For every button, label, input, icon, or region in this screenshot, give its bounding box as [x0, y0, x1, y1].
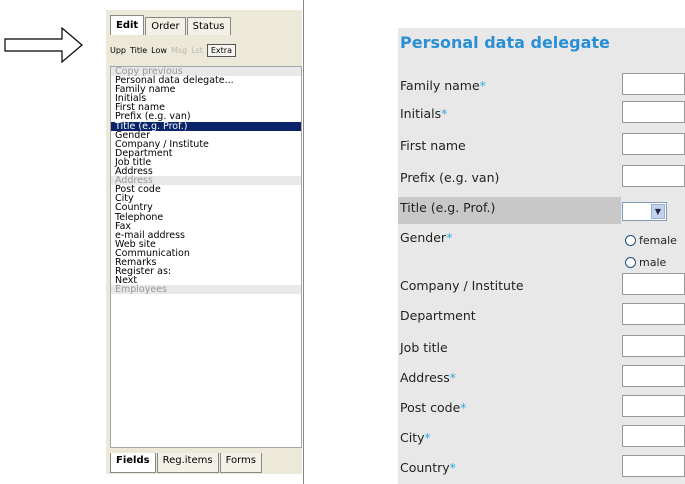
required-marker: *: [449, 370, 457, 385]
gender-option-male[interactable]: male: [625, 256, 666, 269]
editor-toolbar: Upp Title Low Msg Lst Extra: [110, 42, 298, 58]
extra-button[interactable]: Extra: [206, 43, 236, 57]
form-label: Country*: [400, 460, 456, 475]
form-label-text: First name: [400, 138, 466, 153]
right-arrow-icon: [4, 26, 83, 64]
editor-top-tabs: Edit Order Status: [110, 15, 232, 35]
form-label: Family name*: [400, 78, 486, 93]
required-marker: *: [479, 78, 486, 93]
form-label-text: Title (e.g. Prof.): [400, 200, 496, 215]
form-label: City*: [400, 430, 431, 445]
form-label-text: Country: [400, 460, 450, 475]
gender-option-female[interactable]: female: [625, 234, 677, 247]
form-label: Job title: [400, 340, 448, 355]
form-label: Prefix (e.g. van): [400, 170, 499, 185]
tab-edit[interactable]: Edit: [110, 15, 145, 35]
radio-icon[interactable]: [625, 235, 636, 246]
title-button[interactable]: Title: [130, 46, 147, 55]
text-input[interactable]: [622, 101, 685, 123]
editor-bottom-tabs: Fields Reg.items Forms: [110, 453, 263, 473]
form-label: Address*: [400, 370, 456, 385]
form-label: Initials*: [400, 106, 447, 121]
form-label-text: Gender: [400, 230, 447, 245]
form-label-text: Department: [400, 308, 476, 323]
text-input[interactable]: [622, 395, 685, 417]
text-input[interactable]: [622, 455, 685, 477]
form-label-text: Initials: [400, 106, 442, 121]
text-input[interactable]: [622, 133, 685, 155]
form-label-text: Prefix (e.g. van): [400, 170, 500, 185]
form-label: Post code*: [400, 400, 467, 415]
form-label-text: City: [400, 430, 425, 445]
text-input[interactable]: [622, 73, 685, 95]
lst-button[interactable]: Lst: [191, 46, 203, 55]
form-label: Company / Institute: [400, 278, 524, 293]
required-marker: *: [460, 400, 467, 415]
list-section-header[interactable]: Employees: [111, 285, 301, 295]
panel-divider: [303, 0, 304, 484]
text-input[interactable]: [622, 425, 685, 447]
field-list[interactable]: Copy previous Personal data delegate... Fa…: [110, 66, 302, 448]
editor-panel: Edit Order Status Upp Title Low Msg Lst …: [106, 10, 302, 474]
form-label-text: Job title: [400, 340, 448, 355]
chevron-down-icon[interactable]: ▼: [651, 204, 665, 219]
msg-button[interactable]: Msg: [171, 46, 187, 55]
list-item[interactable]: Post code: [111, 185, 301, 195]
tab-fields[interactable]: Fields: [110, 453, 156, 473]
form-label-text: Company / Institute: [400, 278, 524, 293]
required-marker: *: [446, 230, 453, 245]
required-marker: *: [441, 106, 448, 121]
form-label-text: Post code: [400, 400, 461, 415]
form-label: Title (e.g. Prof.): [400, 200, 495, 215]
form-label-text: Address: [400, 370, 450, 385]
form-label: First name: [400, 138, 466, 153]
gender-male-label: male: [639, 256, 667, 269]
gender-female-label: female: [639, 234, 677, 247]
form-title: Personal data delegate: [400, 33, 610, 52]
radio-icon[interactable]: [625, 257, 636, 268]
text-input[interactable]: [622, 165, 685, 187]
tab-forms[interactable]: Forms: [219, 453, 262, 473]
tab-order[interactable]: Order: [145, 17, 186, 35]
text-input[interactable]: [622, 273, 685, 295]
list-item[interactable]: Register as:: [111, 267, 301, 277]
tab-reg-items[interactable]: Reg.items: [156, 453, 219, 473]
required-marker: *: [424, 430, 431, 445]
text-input[interactable]: [622, 335, 685, 357]
low-button[interactable]: Low: [151, 46, 167, 55]
list-item[interactable]: Telephone: [111, 212, 301, 222]
form-label: Department: [400, 308, 476, 323]
form-label: Gender*: [400, 230, 452, 245]
form-label-text: Family name: [400, 78, 480, 93]
text-input[interactable]: [622, 303, 685, 325]
text-input[interactable]: [622, 365, 685, 387]
upp-button[interactable]: Upp: [110, 46, 126, 55]
required-marker: *: [449, 460, 456, 475]
tab-status[interactable]: Status: [186, 17, 231, 35]
title-select[interactable]: ▼: [622, 202, 667, 221]
